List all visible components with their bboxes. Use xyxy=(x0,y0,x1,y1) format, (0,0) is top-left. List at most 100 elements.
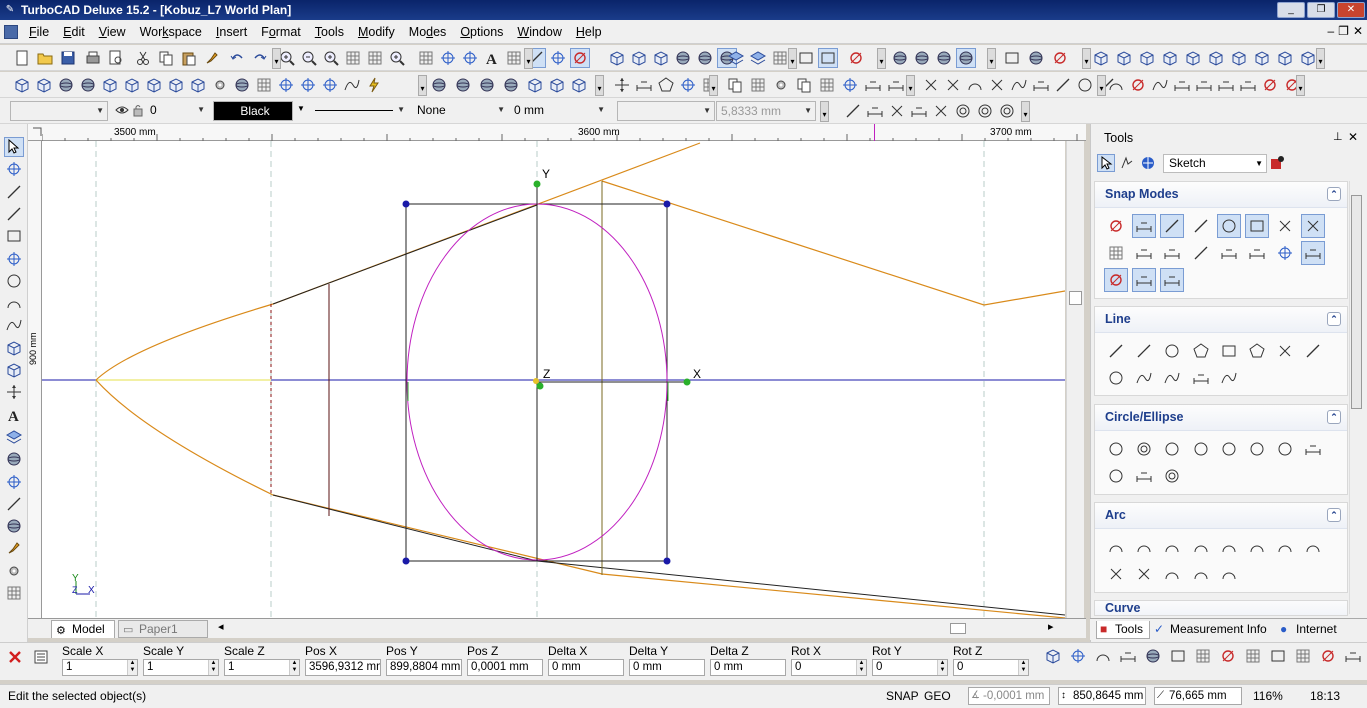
coord-box3d-icon[interactable] xyxy=(1044,647,1062,665)
toolbar-overflow[interactable]: ▾ xyxy=(709,75,718,96)
edit-tool-icon[interactable] xyxy=(1119,155,1135,171)
cancel-icon[interactable] xyxy=(8,650,22,664)
tb2-sphere-icon[interactable] xyxy=(233,76,251,94)
coord-dim-icon[interactable] xyxy=(1344,647,1362,665)
line-curve-icon[interactable] xyxy=(1218,367,1240,389)
color-dropdown-arrow[interactable]: ▼ xyxy=(297,104,305,113)
collapse-icon[interactable]: ⌃ xyxy=(1327,410,1341,424)
arc-cross-icon[interactable] xyxy=(1133,563,1155,585)
canvas-vertical-scrollbar[interactable] xyxy=(1066,141,1084,618)
tb1-grid-icon[interactable] xyxy=(344,49,362,67)
arc-arc-icon[interactable] xyxy=(1218,536,1240,558)
tb3-dim-icon[interactable] xyxy=(910,102,928,120)
tb1-sphere-icon[interactable] xyxy=(696,49,714,67)
left-rect-icon[interactable] xyxy=(5,227,23,245)
tb2-red-icon[interactable] xyxy=(1261,76,1279,94)
circle-dim-icon[interactable] xyxy=(1302,438,1324,460)
tb2-dim-icon[interactable] xyxy=(1239,76,1257,94)
maximize-button[interactable]: ❐ xyxy=(1307,2,1335,18)
coord-red-icon[interactable] xyxy=(1219,647,1237,665)
tb2-box3d-icon[interactable] xyxy=(35,76,53,94)
tb2-line-icon[interactable] xyxy=(1054,76,1072,94)
left-snap-icon[interactable] xyxy=(5,250,23,268)
canvas-horizontal-scrollbar[interactable]: ◂ ▸ xyxy=(216,621,1056,636)
arc-arc-icon[interactable] xyxy=(1190,536,1212,558)
menu-view[interactable]: View xyxy=(92,23,133,41)
tb2-grid-icon[interactable] xyxy=(818,76,836,94)
tb2-red-icon[interactable] xyxy=(1129,76,1147,94)
geo-indicator[interactable]: GEO xyxy=(924,687,951,705)
select-handle[interactable] xyxy=(402,200,410,208)
tb3-ring-icon[interactable] xyxy=(998,102,1016,120)
tb1-box3d-icon[interactable] xyxy=(1230,49,1248,67)
pattern-combo[interactable]: None ▼ xyxy=(413,101,508,121)
tb1-box3d-icon[interactable] xyxy=(1138,49,1156,67)
thickness-combo[interactable]: 0 mm ▼ xyxy=(510,101,608,121)
left-arrow-icon[interactable] xyxy=(4,137,24,157)
tb2-bolt-icon[interactable] xyxy=(365,76,383,94)
tb1-snap-icon[interactable] xyxy=(439,49,457,67)
snap-dim-icon[interactable] xyxy=(1132,214,1157,238)
tb2-curve-icon[interactable] xyxy=(343,76,361,94)
coord-grid-icon[interactable] xyxy=(1194,647,1212,665)
line-style-combo[interactable]: ▼ xyxy=(311,101,408,121)
snap-dim-icon[interactable] xyxy=(1133,242,1155,264)
coord-rect-icon[interactable] xyxy=(1269,647,1287,665)
collapse-icon[interactable]: ⌃ xyxy=(1327,187,1341,201)
tb2-dim-icon[interactable] xyxy=(1032,76,1050,94)
tb1-grid-icon[interactable] xyxy=(505,49,523,67)
snap-line-icon[interactable] xyxy=(1190,215,1212,237)
tb2-box3d-icon[interactable] xyxy=(123,76,141,94)
panel-close-button[interactable]: ✕ xyxy=(1348,130,1358,144)
toolbar-overflow[interactable]: ▾ xyxy=(418,75,427,96)
palette-combo[interactable]: Sketch ▼ xyxy=(1163,154,1267,173)
snap-rect-icon[interactable] xyxy=(1245,214,1269,238)
tb2-box3d-icon[interactable] xyxy=(548,76,566,94)
toolbar-overflow[interactable]: ▾ xyxy=(1316,48,1325,69)
snap-red-icon[interactable] xyxy=(1105,215,1127,237)
tb1-grid-icon[interactable] xyxy=(771,49,789,67)
coord-rect-icon[interactable] xyxy=(1169,647,1187,665)
coord-input[interactable]: 0,0001 mm xyxy=(467,659,543,676)
tb3-cross-icon[interactable] xyxy=(888,102,906,120)
tb2-sphere-icon[interactable] xyxy=(454,76,472,94)
tb2-snap-icon[interactable] xyxy=(841,76,859,94)
tb2-move-icon[interactable] xyxy=(613,76,631,94)
snap-dim-icon[interactable] xyxy=(1301,241,1326,265)
tb1-zoom-in-icon[interactable] xyxy=(322,49,340,67)
tb1-sphere-icon[interactable] xyxy=(891,49,909,67)
coord-grid-icon[interactable] xyxy=(1244,647,1262,665)
menu-window[interactable]: Window xyxy=(510,23,568,41)
menu-file[interactable]: File xyxy=(22,23,56,41)
toolbar-overflow[interactable]: ▾ xyxy=(272,48,281,69)
snap-snap-icon[interactable] xyxy=(1274,242,1296,264)
tb1-layers-icon[interactable] xyxy=(727,49,745,67)
visibility-combo[interactable]: 0 ▼ xyxy=(146,101,208,121)
collapse-icon[interactable]: ⌃ xyxy=(1327,312,1341,326)
line-circle-icon[interactable] xyxy=(1105,367,1127,389)
tb2-box3d-icon[interactable] xyxy=(145,76,163,94)
arc-cross-icon[interactable] xyxy=(1105,563,1127,585)
left-layers-icon[interactable] xyxy=(5,428,23,446)
snap-dim-icon[interactable] xyxy=(1218,242,1240,264)
snap-dim-icon[interactable] xyxy=(1160,268,1185,292)
snap-cross-icon[interactable] xyxy=(1274,215,1296,237)
tb1-grid-icon[interactable] xyxy=(417,49,435,67)
tb1-box3d-icon[interactable] xyxy=(1207,49,1225,67)
line-poly-icon[interactable] xyxy=(1246,340,1268,362)
document-icon[interactable] xyxy=(4,24,18,39)
tb3-ring-icon[interactable] xyxy=(954,102,972,120)
line-cross-icon[interactable] xyxy=(1274,340,1296,362)
left-circle-icon[interactable] xyxy=(5,272,23,290)
tb2-box3d-icon[interactable] xyxy=(570,76,588,94)
left-curve-icon[interactable] xyxy=(5,316,23,334)
circle-ring-icon[interactable] xyxy=(1161,465,1183,487)
tb2-dim-icon[interactable] xyxy=(635,76,653,94)
tb2-box3d-icon[interactable] xyxy=(13,76,31,94)
tb3-line-icon[interactable] xyxy=(844,102,862,120)
arc-arc-icon[interactable] xyxy=(1105,536,1127,558)
tab-tools[interactable]: ■ Tools xyxy=(1096,621,1150,639)
snap-circle-icon[interactable] xyxy=(1216,214,1241,238)
snap-red-icon[interactable] xyxy=(1104,268,1128,292)
line-line-icon[interactable] xyxy=(1133,340,1155,362)
